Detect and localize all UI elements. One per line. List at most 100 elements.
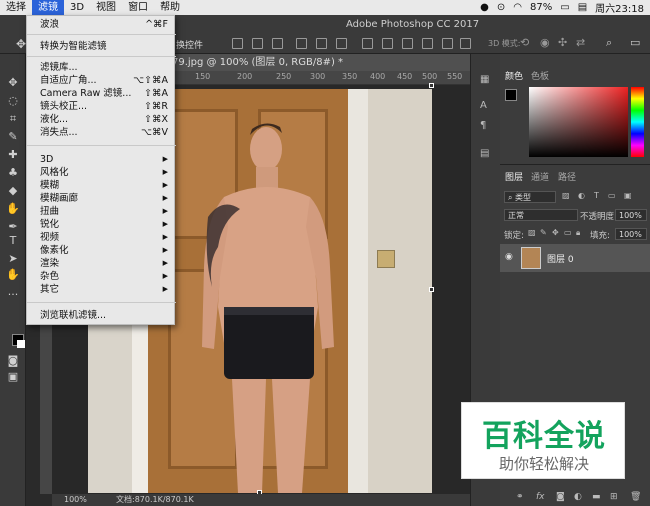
type-icon[interactable]: T — [5, 234, 21, 248]
tab-paths[interactable]: 路径 — [558, 170, 576, 183]
lasso-icon[interactable]: ◌ — [5, 94, 21, 108]
layer-kind-filter[interactable]: ⌕ 类型 — [504, 191, 556, 203]
new-group-icon[interactable]: ▬ — [592, 492, 601, 502]
align-top-icon[interactable] — [232, 38, 243, 49]
3d-rotate-icon[interactable]: ⟲ — [520, 36, 529, 49]
eraser-icon[interactable]: ◆ — [5, 184, 21, 198]
healing-icon[interactable]: ✚ — [5, 148, 21, 162]
quick-mask-icon[interactable]: ◙ — [5, 354, 21, 368]
smudge-icon[interactable]: ✋ — [5, 202, 21, 216]
menu-item-camera-raw[interactable]: Camera Raw 滤镜... ⇧⌘A — [27, 87, 176, 100]
move-tool-icon[interactable]: ✥ — [16, 37, 26, 51]
pen-icon[interactable]: ✒ — [5, 220, 21, 234]
filter-shape-icon[interactable]: ▭ — [608, 191, 616, 200]
search-icon[interactable]: ⌕ — [606, 36, 612, 50]
menu-item-noise[interactable]: 杂色 ▶ — [27, 270, 176, 283]
datetime[interactable]: 周六23:18 — [595, 0, 644, 15]
eyedropper-icon[interactable]: ✎ — [5, 130, 21, 144]
hand-icon[interactable]: ✋ — [5, 268, 21, 282]
distribute-vcenter-icon[interactable] — [382, 38, 393, 49]
history-icon[interactable]: ▦ — [480, 74, 489, 85]
lock-artboard-icon[interactable]: ▭ — [564, 228, 572, 237]
menu-item-vanishing-point[interactable]: 消失点... ⌥⌘V — [27, 126, 176, 139]
lock-position-icon[interactable]: ✥ — [552, 228, 559, 237]
crop-icon[interactable]: ⌗ — [5, 112, 21, 126]
menu-3d[interactable]: 3D — [64, 0, 90, 15]
align-vcenter-icon[interactable] — [252, 38, 263, 49]
more-tools-icon[interactable]: ··· — [5, 288, 21, 302]
eye-icon[interactable]: ◉ — [505, 252, 513, 262]
new-layer-icon[interactable]: ⊞ — [610, 492, 618, 502]
tab-color[interactable]: 颜色 — [505, 69, 523, 82]
path-select-icon[interactable]: ➤ — [5, 252, 21, 266]
paragraph-icon[interactable]: ¶ — [480, 120, 486, 131]
lock-paint-icon[interactable]: ✎ — [540, 228, 547, 237]
color-picker-field[interactable] — [529, 87, 628, 157]
align-hcenter-icon[interactable] — [316, 38, 327, 49]
menu-item-blur[interactable]: 模糊 ▶ — [27, 179, 176, 192]
filter-smart-icon[interactable]: ▣ — [624, 191, 632, 200]
menu-select[interactable]: 选择 — [0, 0, 32, 15]
menu-item-browse-online[interactable]: 浏览联机滤镜... — [27, 309, 176, 322]
stamp-icon[interactable]: ♣ — [5, 166, 21, 180]
filter-pixel-icon[interactable]: ▨ — [562, 191, 570, 200]
layer-thumbnail[interactable] — [521, 247, 541, 269]
selection-handle[interactable] — [429, 287, 434, 292]
move-tool-icon[interactable]: ✥ — [5, 76, 21, 90]
tab-swatches[interactable]: 色板 — [531, 69, 549, 82]
menu-item-liquify[interactable]: 液化... ⇧⌘X — [27, 113, 176, 126]
adjustment-layer-icon[interactable]: ◐ — [574, 492, 582, 502]
filter-type-icon[interactable]: T — [594, 191, 599, 200]
3d-roll-icon[interactable]: ◉ — [540, 36, 550, 49]
menu-help[interactable]: 帮助 — [154, 0, 186, 15]
menu-item-sharpen[interactable]: 锐化 ▶ — [27, 218, 176, 231]
wifi-icon[interactable]: ◠ — [513, 2, 522, 13]
menu-view[interactable]: 视图 — [90, 0, 122, 15]
hue-slider[interactable] — [631, 87, 644, 157]
screen-mode-icon[interactable]: ▣ — [5, 370, 21, 384]
align-bottom-icon[interactable] — [272, 38, 283, 49]
menu-item-video[interactable]: 视频 ▶ — [27, 231, 176, 244]
lock-pixels-icon[interactable]: ▨ — [528, 228, 536, 237]
align-left-icon[interactable] — [296, 38, 307, 49]
menu-item-smart-filter[interactable]: 转换为智能滤镜 — [27, 40, 176, 53]
3d-pan-icon[interactable]: ✣ — [558, 36, 567, 49]
link-layers-icon[interactable]: ⚭ — [516, 492, 524, 502]
menu-item-pixelate[interactable]: 像素化 ▶ — [27, 244, 176, 257]
distribute-top-icon[interactable] — [362, 38, 373, 49]
align-right-icon[interactable] — [336, 38, 347, 49]
properties-icon[interactable]: ▤ — [480, 148, 489, 159]
menu-item-blur-gallery[interactable]: 模糊画廊 ▶ — [27, 192, 176, 205]
blend-mode-select[interactable]: 正常 — [504, 209, 578, 221]
background-color-swatch[interactable] — [17, 340, 25, 348]
tab-channels[interactable]: 通道 — [531, 170, 549, 183]
transform-controls-label[interactable]: 换控件 — [176, 38, 203, 51]
qq-icon[interactable]: ● — [480, 2, 489, 13]
menu-item-filter-gallery[interactable]: 滤镜库... — [27, 61, 176, 74]
menu-item-other[interactable]: 其它 ▶ — [27, 283, 176, 296]
tab-layers[interactable]: 图层 — [505, 170, 523, 183]
add-mask-icon[interactable]: ◙ — [556, 492, 565, 502]
distribute-hcenter-icon[interactable] — [442, 38, 453, 49]
battery-text[interactable]: 87% — [530, 2, 552, 13]
distribute-bottom-icon[interactable] — [402, 38, 413, 49]
trash-icon[interactable]: 🗑︎ — [630, 492, 641, 502]
flag-icon[interactable]: ▤ — [578, 2, 587, 13]
menu-filter[interactable]: 滤镜 — [32, 0, 64, 15]
workspace-icon[interactable]: ▭ — [630, 36, 640, 49]
panel-foreground-swatch[interactable] — [505, 89, 517, 101]
opacity-field[interactable]: 100% — [615, 209, 647, 221]
layer-row[interactable]: ◉ 图层 0 — [500, 244, 650, 272]
selection-handle[interactable] — [429, 83, 434, 88]
character-icon[interactable]: A — [480, 100, 487, 111]
menu-item-wave[interactable]: 波浪 ^⌘F — [27, 18, 176, 31]
menu-item-distort[interactable]: 扭曲 ▶ — [27, 205, 176, 218]
doc-info[interactable]: 文档:870.1K/870.1K — [116, 494, 194, 506]
menu-item-adaptive-wide-angle[interactable]: 自适应广角... ⌥⇧⌘A — [27, 74, 176, 87]
filter-adjust-icon[interactable]: ◐ — [578, 191, 585, 200]
distribute-right-icon[interactable] — [460, 38, 471, 49]
menu-item-3d[interactable]: 3D ▶ — [27, 153, 176, 166]
3d-slide-icon[interactable]: ⇄ — [576, 36, 585, 49]
menu-window[interactable]: 窗口 — [122, 0, 154, 15]
zoom-level[interactable]: 100% — [64, 494, 87, 506]
